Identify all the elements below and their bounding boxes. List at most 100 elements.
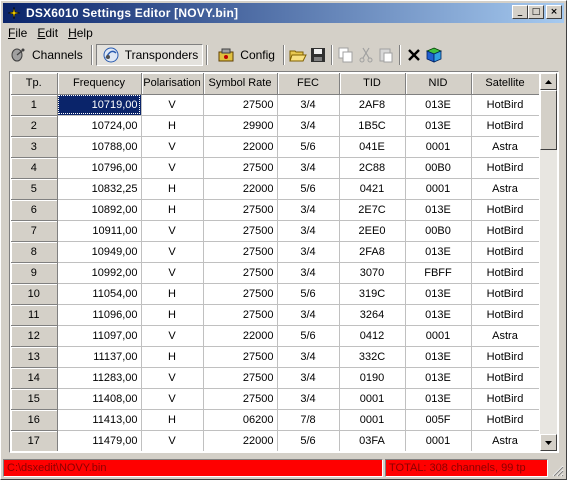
cell-tid[interactable]: 0421	[339, 178, 406, 200]
cell-fec[interactable]: 3/4	[277, 220, 340, 242]
maximize-button[interactable]: □	[528, 5, 544, 19]
col-header-satellite[interactable]: Satellite	[471, 73, 539, 95]
cell-satellite[interactable]: HotBird	[471, 115, 539, 137]
cut-icon[interactable]	[356, 45, 376, 65]
table-row[interactable]: 3 10788,00 V 22000 5/6 041E 0001 Astra	[11, 136, 539, 158]
cell-nid[interactable]: 013E	[405, 115, 472, 137]
cell-nid[interactable]: 0001	[405, 136, 472, 158]
cell-tp[interactable]: 3	[11, 136, 58, 158]
title-bar[interactable]: DSX6010 Settings Editor [NOVY.bin] _ □ ×	[3, 3, 564, 23]
col-header-fec[interactable]: FEC	[277, 73, 340, 95]
table-row[interactable]: 10 11054,00 H 27500 5/6 319C 013E HotBird	[11, 283, 539, 305]
cell-satellite[interactable]: HotBird	[471, 199, 539, 221]
cell-polarisation[interactable]: H	[141, 304, 204, 326]
table-row[interactable]: 5 10832,25 H 22000 5/6 0421 0001 Astra	[11, 178, 539, 200]
cell-tid[interactable]: 319C	[339, 283, 406, 305]
cell-tp[interactable]: 12	[11, 325, 58, 347]
transponders-button[interactable]: Transponders	[95, 43, 204, 66]
cell-tp[interactable]: 17	[11, 430, 58, 451]
cell-tid[interactable]: 2C88	[339, 157, 406, 179]
cell-frequency[interactable]: 10892,00	[57, 199, 142, 221]
cell-fec[interactable]: 5/6	[277, 325, 340, 347]
cell-frequency[interactable]: 11097,00	[57, 325, 142, 347]
cell-symbol-rate[interactable]: 27500	[203, 94, 278, 116]
cell-tp[interactable]: 16	[11, 409, 58, 431]
scroll-up-button[interactable]	[540, 73, 557, 90]
cell-tp[interactable]: 9	[11, 262, 58, 284]
table-row[interactable]: 1 10719,00 V 27500 3/4 2AF8 013E HotBird	[11, 94, 539, 116]
cell-symbol-rate[interactable]: 27500	[203, 346, 278, 368]
channels-button[interactable]: Channels	[3, 44, 88, 66]
menu-file[interactable]: File	[3, 26, 32, 40]
cell-satellite[interactable]: HotBird	[471, 367, 539, 389]
cell-symbol-rate[interactable]: 27500	[203, 388, 278, 410]
cell-polarisation[interactable]: V	[141, 325, 204, 347]
cell-fec[interactable]: 3/4	[277, 241, 340, 263]
table-row[interactable]: 12 11097,00 V 22000 5/6 0412 0001 Astra	[11, 325, 539, 347]
cell-symbol-rate[interactable]: 27500	[203, 304, 278, 326]
table-row[interactable]: 6 10892,00 H 27500 3/4 2E7C 013E HotBird	[11, 199, 539, 221]
cell-tp[interactable]: 15	[11, 388, 58, 410]
cell-tp[interactable]: 1	[11, 94, 58, 116]
cell-tid[interactable]: 0190	[339, 367, 406, 389]
col-header-tp[interactable]: Tp.	[11, 73, 58, 95]
cell-polarisation[interactable]: V	[141, 367, 204, 389]
cell-satellite[interactable]: Astra	[471, 136, 539, 158]
cell-nid[interactable]: 013E	[405, 283, 472, 305]
table-row[interactable]: 16 11413,00 H 06200 7/8 0001 005F HotBird	[11, 409, 539, 431]
cell-polarisation[interactable]: H	[141, 283, 204, 305]
paste-icon[interactable]	[376, 45, 396, 65]
cell-fec[interactable]: 3/4	[277, 157, 340, 179]
config-button[interactable]: Config	[211, 44, 280, 66]
cell-satellite[interactable]: Astra	[471, 430, 539, 451]
cell-nid[interactable]: 013E	[405, 346, 472, 368]
cell-satellite[interactable]: HotBird	[471, 409, 539, 431]
cell-satellite[interactable]: HotBird	[471, 304, 539, 326]
cell-fec[interactable]: 3/4	[277, 304, 340, 326]
cell-satellite[interactable]: HotBird	[471, 283, 539, 305]
cell-symbol-rate[interactable]: 22000	[203, 325, 278, 347]
cube-icon[interactable]	[424, 45, 444, 65]
cell-fec[interactable]: 3/4	[277, 346, 340, 368]
cell-tid[interactable]: 3264	[339, 304, 406, 326]
cell-nid[interactable]: FBFF	[405, 262, 472, 284]
table-row[interactable]: 7 10911,00 V 27500 3/4 2EE0 00B0 HotBird	[11, 220, 539, 242]
cell-symbol-rate[interactable]: 27500	[203, 220, 278, 242]
cell-frequency[interactable]: 10796,00	[57, 157, 142, 179]
cell-symbol-rate[interactable]: 27500	[203, 283, 278, 305]
table-row[interactable]: 13 11137,00 H 27500 3/4 332C 013E HotBird	[11, 346, 539, 368]
cell-fec[interactable]: 5/6	[277, 136, 340, 158]
cell-frequency[interactable]: 10724,00	[57, 115, 142, 137]
cell-tid[interactable]: 041E	[339, 136, 406, 158]
cell-polarisation[interactable]: V	[141, 241, 204, 263]
col-header-symbol-rate[interactable]: Symbol Rate	[203, 73, 278, 95]
cell-tp[interactable]: 10	[11, 283, 58, 305]
cell-fec[interactable]: 3/4	[277, 367, 340, 389]
col-header-frequency[interactable]: Frequency	[57, 73, 142, 95]
resize-grip-icon[interactable]	[550, 463, 564, 477]
cell-tp[interactable]: 4	[11, 157, 58, 179]
cell-nid[interactable]: 0001	[405, 430, 472, 451]
cell-symbol-rate[interactable]: 06200	[203, 409, 278, 431]
cell-frequency[interactable]: 10832,25	[57, 178, 142, 200]
cell-polarisation[interactable]: V	[141, 220, 204, 242]
cell-symbol-rate[interactable]: 27500	[203, 367, 278, 389]
cell-polarisation[interactable]: H	[141, 178, 204, 200]
cell-symbol-rate[interactable]: 27500	[203, 262, 278, 284]
cell-frequency[interactable]: 11096,00	[57, 304, 142, 326]
table-row[interactable]: 9 10992,00 V 27500 3/4 3070 FBFF HotBird	[11, 262, 539, 284]
save-icon[interactable]	[308, 45, 328, 65]
table-row[interactable]: 8 10949,00 V 27500 3/4 2FA8 013E HotBird	[11, 241, 539, 263]
cell-symbol-rate[interactable]: 22000	[203, 136, 278, 158]
cell-polarisation[interactable]: V	[141, 388, 204, 410]
cell-tp[interactable]: 5	[11, 178, 58, 200]
scroll-thumb[interactable]	[540, 90, 557, 150]
cell-frequency[interactable]: 11479,00	[57, 430, 142, 451]
cell-nid[interactable]: 0001	[405, 325, 472, 347]
cell-nid[interactable]: 0001	[405, 178, 472, 200]
table-row[interactable]: 4 10796,00 V 27500 3/4 2C88 00B0 HotBird	[11, 157, 539, 179]
table-row[interactable]: 2 10724,00 H 29900 3/4 1B5C 013E HotBird	[11, 115, 539, 137]
cell-tp[interactable]: 13	[11, 346, 58, 368]
cell-frequency[interactable]: 10949,00	[57, 241, 142, 263]
cell-nid[interactable]: 013E	[405, 388, 472, 410]
